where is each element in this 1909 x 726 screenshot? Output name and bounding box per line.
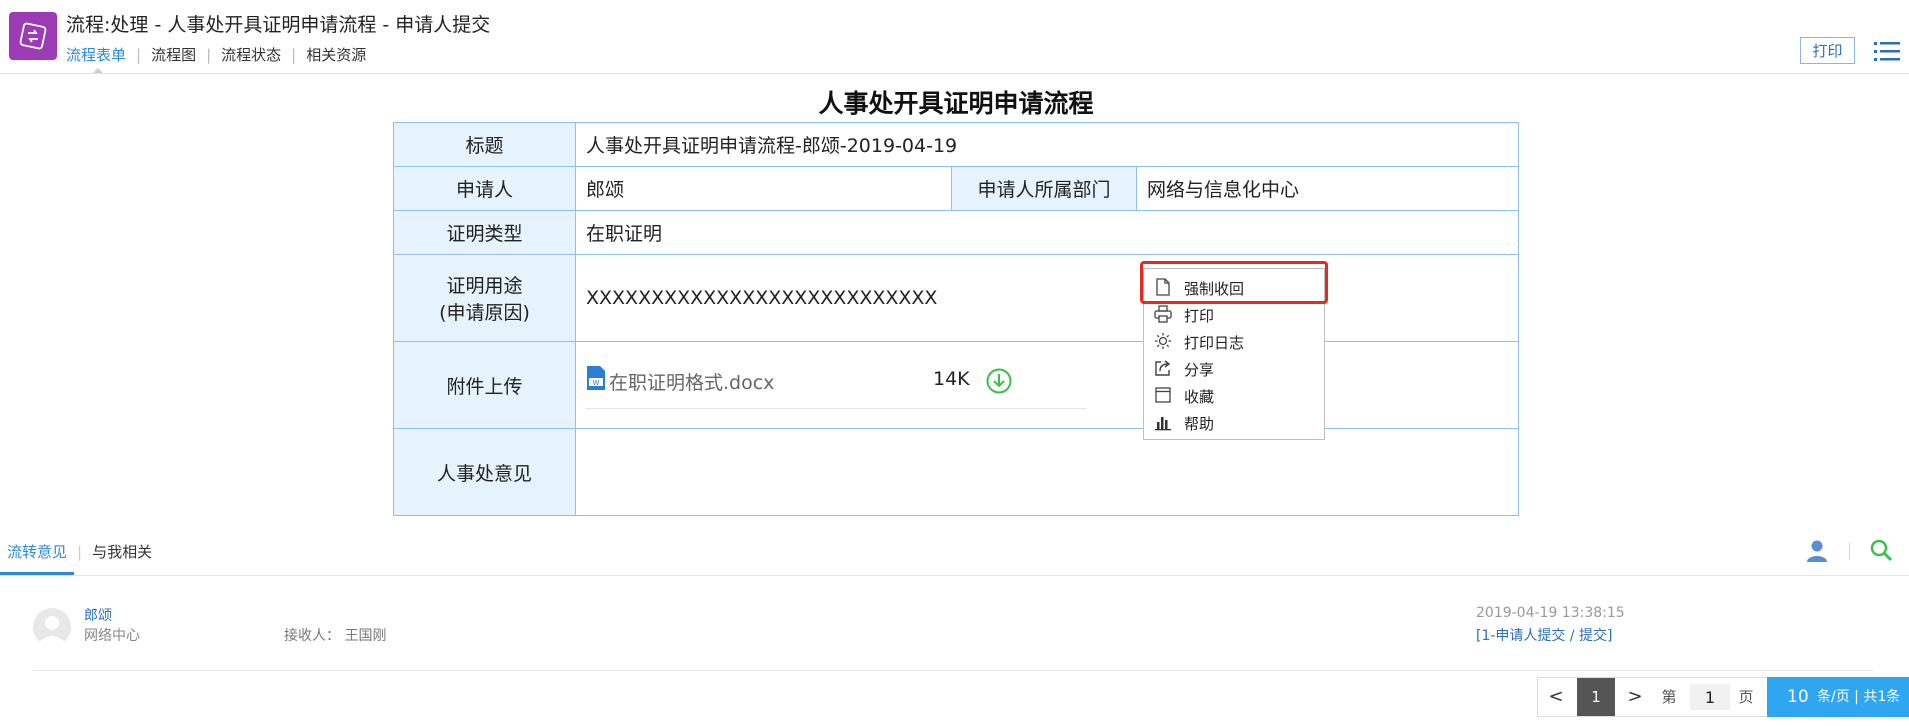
tab-separator: | — [136, 46, 142, 64]
log-receiver: 接收人： 王国刚 — [284, 625, 386, 645]
bottom-tabs-divider — [0, 575, 1909, 576]
menu-item-favorite[interactable]: 收藏 — [1144, 382, 1324, 408]
user-icon[interactable] — [1806, 539, 1828, 563]
log-step-link[interactable]: [1-申请人提交 / 提交] — [1476, 625, 1613, 645]
workflow-icon — [19, 22, 47, 50]
title-label: 标题 — [393, 122, 576, 167]
menu-item-help[interactable]: 帮助 — [1144, 409, 1324, 435]
process-form: 标题 人事处开具证明申请流程-郎颂-2019-04-19 申请人 郎颂 申请人所… — [393, 122, 1519, 516]
menu-item-label: 打印日志 — [1184, 334, 1245, 352]
attachment-file-size: 14K — [933, 368, 970, 390]
word-file-icon: W — [587, 366, 605, 390]
log-timestamp: 2019-04-19 13:38:15 — [1476, 605, 1625, 621]
svg-text:W: W — [593, 379, 600, 387]
bookmark-window-icon — [1155, 387, 1171, 403]
tab-flow-form[interactable]: 流程表单 — [66, 46, 126, 64]
log-user-department: 网络中心 — [84, 628, 140, 644]
tab-related-to-me[interactable]: 与我相关 — [92, 543, 152, 561]
search-icon[interactable] — [1869, 538, 1893, 562]
current-page-button[interactable]: 1 — [1577, 678, 1615, 716]
tab-flow-opinions[interactable]: 流转意见 — [7, 543, 67, 561]
opinion-label: 人事处意见 — [393, 428, 576, 516]
tab-flow-status[interactable]: 流程状态 — [221, 46, 281, 64]
log-user-name[interactable]: 郎颂 — [84, 605, 112, 625]
tab-separator: | — [77, 543, 83, 561]
purpose-label-line1: 证明用途 — [446, 275, 523, 297]
certificate-type-value: 在职证明 — [575, 210, 1519, 255]
opinion-value[interactable] — [575, 428, 1519, 516]
top-tabs: 流程表单 | 流程图 | 流程状态 | 相关资源 — [66, 44, 366, 65]
attachment-cell: W 在职证明格式.docx 14K — [575, 341, 1519, 429]
receiver-label: 接收人： — [284, 628, 340, 644]
menu-item-label: 分享 — [1184, 361, 1215, 379]
bottom-tabs: 流转意见 | 与我相关 — [7, 541, 152, 562]
menu-item-label: 收藏 — [1184, 388, 1215, 406]
avatar — [33, 608, 71, 646]
certificate-type-label: 证明类型 — [393, 210, 576, 255]
applicant-label: 申请人 — [393, 166, 576, 211]
purpose-label: 证明用途 (申请原因) — [393, 254, 576, 342]
page-number-input[interactable] — [1690, 684, 1730, 710]
bar-chart-icon — [1155, 417, 1171, 431]
applicant-value[interactable]: 郎颂 — [575, 166, 952, 211]
page-size-value: 10 — [1787, 687, 1809, 707]
download-icon[interactable] — [986, 368, 1012, 394]
page-suffix-label: 页 — [1738, 688, 1754, 706]
page-size-selector[interactable]: 10 条/页 | 共1条 — [1767, 677, 1909, 717]
form-title: 人事处开具证明申请流程 — [818, 89, 1094, 118]
purpose-label-line2: (申请原因) — [439, 302, 530, 324]
app-logo — [9, 12, 57, 60]
menu-item-label: 打印 — [1184, 307, 1215, 325]
tab-flow-chart[interactable]: 流程图 — [151, 46, 196, 64]
prev-page-button[interactable]: < — [1542, 678, 1570, 716]
attachment-divider — [586, 408, 1086, 409]
department-label: 申请人所属部门 — [951, 166, 1137, 211]
page-title: 流程:处理 - 人事处开具证明申请流程 - 申请人提交 — [66, 14, 491, 36]
next-page-button[interactable]: > — [1621, 678, 1649, 716]
menu-item-print[interactable]: 打印 — [1144, 301, 1324, 327]
attachment-row: W 在职证明格式.docx 14K — [586, 342, 1508, 428]
tab-related-resources[interactable]: 相关资源 — [306, 46, 366, 64]
page-prefix-label: 第 — [1661, 688, 1677, 706]
purpose-value: XXXXXXXXXXXXXXXXXXXXXXXXXXX — [575, 254, 1519, 342]
page-size-text: 条/页 | 共1条 — [1817, 689, 1901, 705]
menu-item-label: 帮助 — [1184, 415, 1215, 433]
list-menu-icon[interactable] — [1874, 39, 1900, 63]
default-avatar-icon — [39, 616, 65, 646]
share-icon — [1155, 360, 1171, 376]
attachment-file-name[interactable]: 在职证明格式.docx — [609, 368, 774, 395]
tab-separator: | — [291, 46, 297, 64]
tab-separator: | — [206, 46, 212, 64]
icon-separator — [1849, 543, 1850, 559]
log-divider — [33, 670, 1873, 671]
menu-item-share[interactable]: 分享 — [1144, 355, 1324, 381]
header-divider — [0, 73, 1909, 74]
printer-icon — [1154, 305, 1172, 323]
pagination: < 1 > 第 页 10 条/页 | 共1条 — [1537, 677, 1909, 717]
attachment-label: 附件上传 — [393, 341, 576, 429]
department-value[interactable]: 网络与信息化中心 — [1136, 166, 1519, 211]
menu-item-print-log[interactable]: 打印日志 — [1144, 328, 1324, 354]
sun-settings-icon — [1155, 333, 1171, 349]
highlight-box — [1140, 261, 1328, 304]
print-button[interactable]: 打印 — [1800, 37, 1855, 64]
title-value: 人事处开具证明申请流程-郎颂-2019-04-19 — [575, 122, 1519, 167]
receiver-name: 王国刚 — [344, 628, 387, 644]
